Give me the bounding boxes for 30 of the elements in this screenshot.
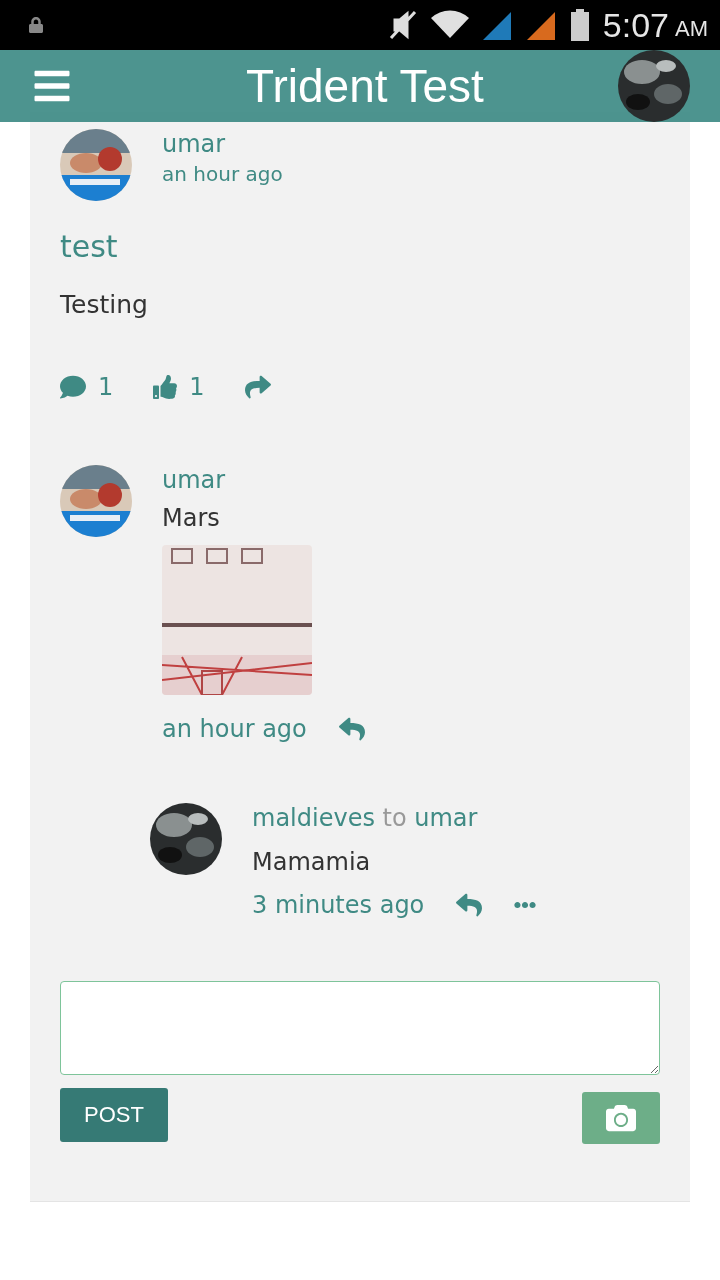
signal-icon <box>526 10 557 40</box>
author-name[interactable]: umar <box>162 129 283 159</box>
reply-icon[interactable] <box>456 892 483 918</box>
like-count: 1 <box>189 373 205 401</box>
camera-icon <box>606 1103 636 1133</box>
post-body: Testing <box>60 290 149 319</box>
comment-time: an hour ago <box>162 715 307 743</box>
post-time: an hour ago <box>162 161 283 188</box>
post-button[interactable]: POST <box>60 1088 168 1142</box>
comment-field[interactable] <box>60 981 660 1075</box>
comment-text: Mars <box>162 503 221 534</box>
reply-time: 3 minutes ago <box>252 891 425 919</box>
wifi-icon <box>430 10 469 40</box>
clock-time: 5:07 <box>602 5 669 45</box>
comment-count: 1 <box>98 373 114 401</box>
app-title: Trident Test <box>246 59 484 113</box>
reply-icon[interactable] <box>338 716 365 742</box>
camera-button[interactable] <box>582 1092 660 1144</box>
reply-text: Mamamia <box>252 847 372 878</box>
lock-icon <box>28 17 44 33</box>
battery-icon <box>570 9 589 41</box>
author-name[interactable]: umar <box>162 465 365 495</box>
signal-icon <box>482 10 513 40</box>
share-icon[interactable] <box>244 374 271 400</box>
post-title: test <box>60 229 119 264</box>
clock-meridiem: AM <box>675 16 708 42</box>
mute-icon <box>388 10 417 40</box>
reply-heading: maldieves to umar <box>252 803 479 833</box>
comment-icon[interactable] <box>60 374 86 400</box>
thumbs-up-icon[interactable] <box>153 375 178 399</box>
